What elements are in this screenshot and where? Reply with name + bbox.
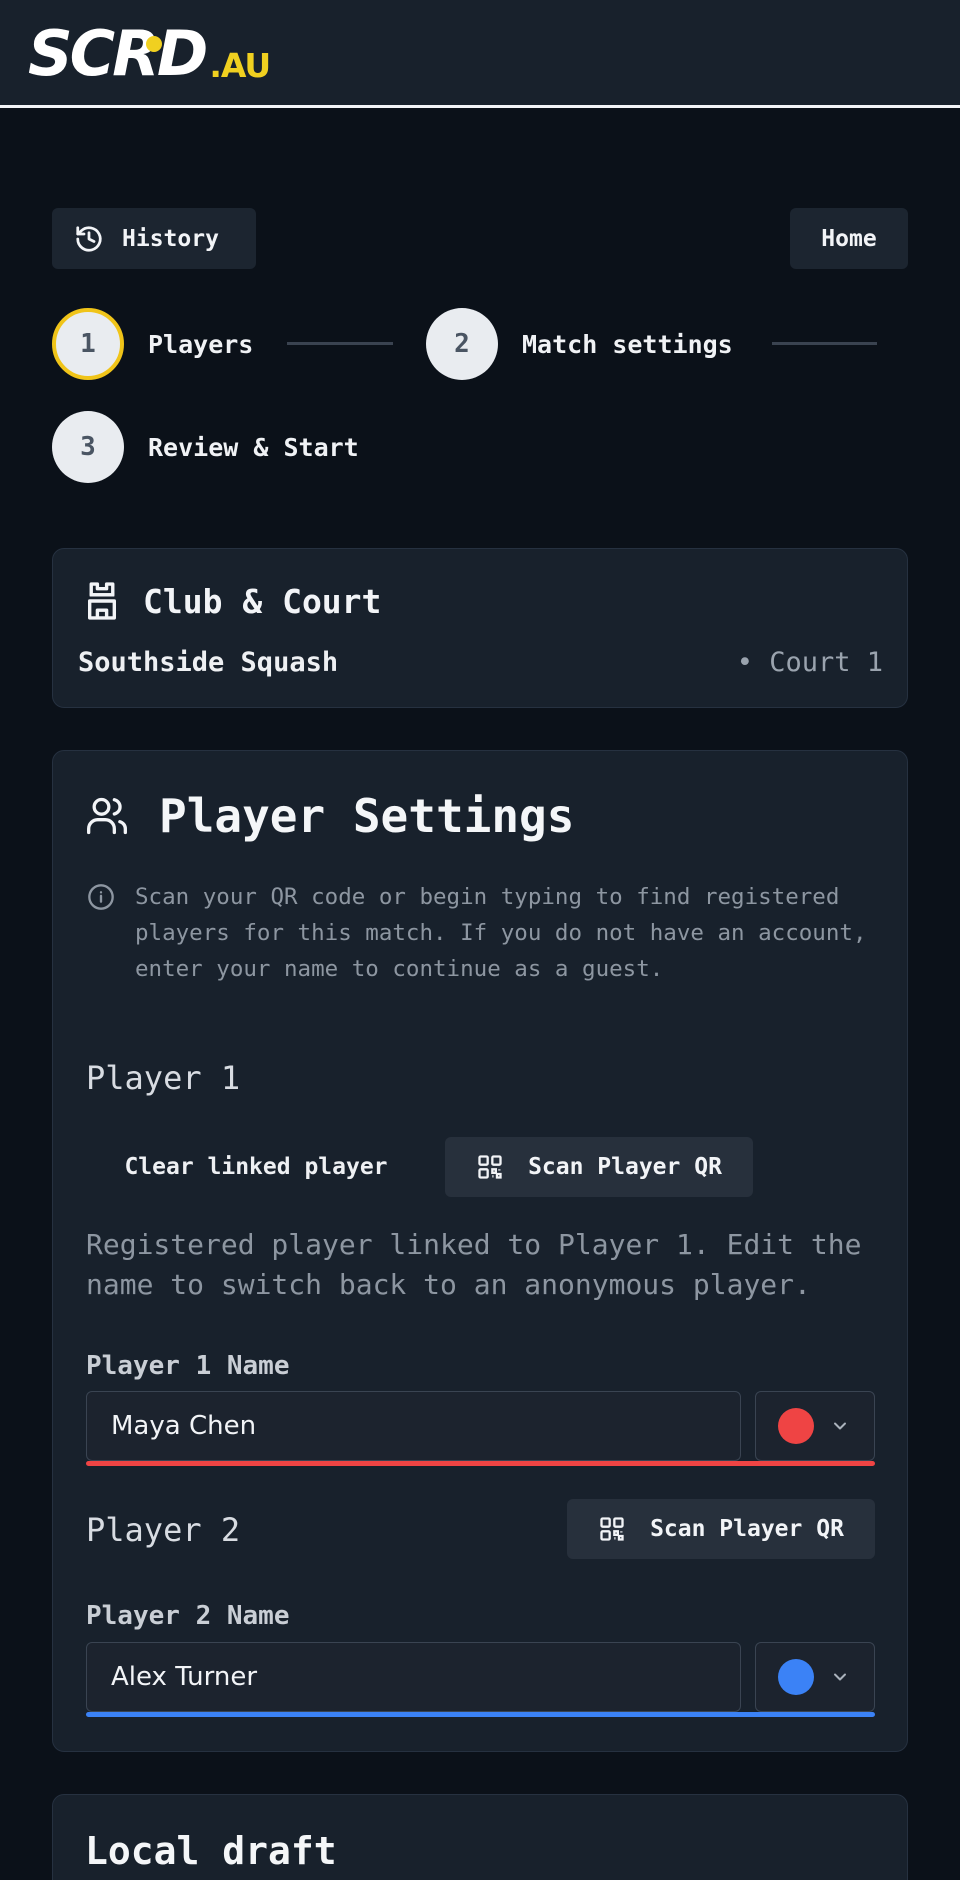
history-icon — [76, 225, 102, 252]
info-message: Scan your QR code or begin typing to fin… — [87, 879, 877, 987]
player1-name-input[interactable] — [86, 1391, 741, 1461]
club-court-title: Club & Court — [143, 581, 382, 621]
step-label: Players — [148, 329, 254, 359]
player2-scan-qr-button[interactable]: Scan Player QR — [567, 1499, 875, 1559]
club-name: Southside Squash — [78, 647, 339, 678]
logo[interactable]: SCRD .AU — [28, 17, 271, 90]
club-court-card: Club & Court Southside Squash • Court 1 — [52, 548, 908, 708]
player2-name-label: Player 2 Name — [86, 1601, 290, 1631]
step-match-settings[interactable]: 2 Match settings — [426, 308, 733, 380]
step-label: Review & Start — [148, 432, 359, 462]
player2-color-select[interactable] — [755, 1642, 875, 1712]
clear-linked-player-label: Clear linked player — [124, 1154, 388, 1180]
step-number: 2 — [426, 308, 498, 380]
player2-name-input[interactable] — [86, 1642, 741, 1712]
history-label: History — [122, 225, 219, 252]
info-icon — [88, 884, 114, 910]
court-name: • Court 1 — [736, 647, 883, 678]
step-review-start[interactable]: 3 Review & Start — [52, 411, 359, 483]
player-settings-heading: Player Settings — [85, 789, 574, 843]
player-settings-card: Player Settings Scan your QR code or beg… — [52, 750, 908, 1752]
step-number: 1 — [52, 308, 124, 380]
linked-player-note: Registered player linked to Player 1. Ed… — [86, 1228, 862, 1301]
qr-code-icon — [478, 1155, 502, 1179]
logo-wordmark: SCRD — [28, 17, 208, 90]
player1-color-swatch — [778, 1408, 814, 1444]
clear-linked-player-button[interactable]: Clear linked player — [86, 1137, 426, 1197]
logo-ball — [146, 36, 162, 52]
player1-color-underline — [86, 1461, 875, 1466]
castle-icon — [88, 582, 116, 620]
player-settings-title: Player Settings — [159, 789, 575, 843]
player1-color-select[interactable] — [755, 1391, 875, 1461]
player2-heading: Player 2 — [86, 1511, 241, 1549]
player1-scan-qr-button[interactable]: Scan Player QR — [445, 1137, 753, 1197]
info-text: Scan your QR code or begin typing to fin… — [135, 884, 867, 982]
player2-color-underline — [86, 1712, 875, 1717]
home-button[interactable]: Home — [790, 208, 908, 269]
step-players[interactable]: 1 Players — [52, 308, 253, 380]
scan-qr-label: Scan Player QR — [650, 1516, 844, 1542]
step-connector — [772, 342, 877, 345]
qr-code-icon — [600, 1517, 624, 1541]
history-button[interactable]: History — [52, 208, 256, 269]
home-label: Home — [821, 225, 877, 252]
player1-heading: Player 1 — [86, 1059, 241, 1097]
player2-color-swatch — [778, 1659, 814, 1695]
users-icon — [87, 797, 127, 835]
club-court-heading: Club & Court — [83, 581, 381, 621]
scan-qr-label: Scan Player QR — [528, 1154, 722, 1180]
logo-suffix: .AU — [209, 46, 271, 85]
chevron-down-icon — [834, 1673, 846, 1681]
step-number: 3 — [52, 411, 124, 483]
player1-name-label: Player 1 Name — [86, 1351, 290, 1381]
top-bar: SCRD .AU — [0, 0, 960, 108]
step-connector — [287, 342, 393, 345]
step-label: Match settings — [522, 329, 733, 359]
chevron-down-icon — [834, 1422, 846, 1430]
local-draft-card: Local draft — [52, 1794, 908, 1880]
local-draft-title: Local draft — [85, 1829, 337, 1873]
